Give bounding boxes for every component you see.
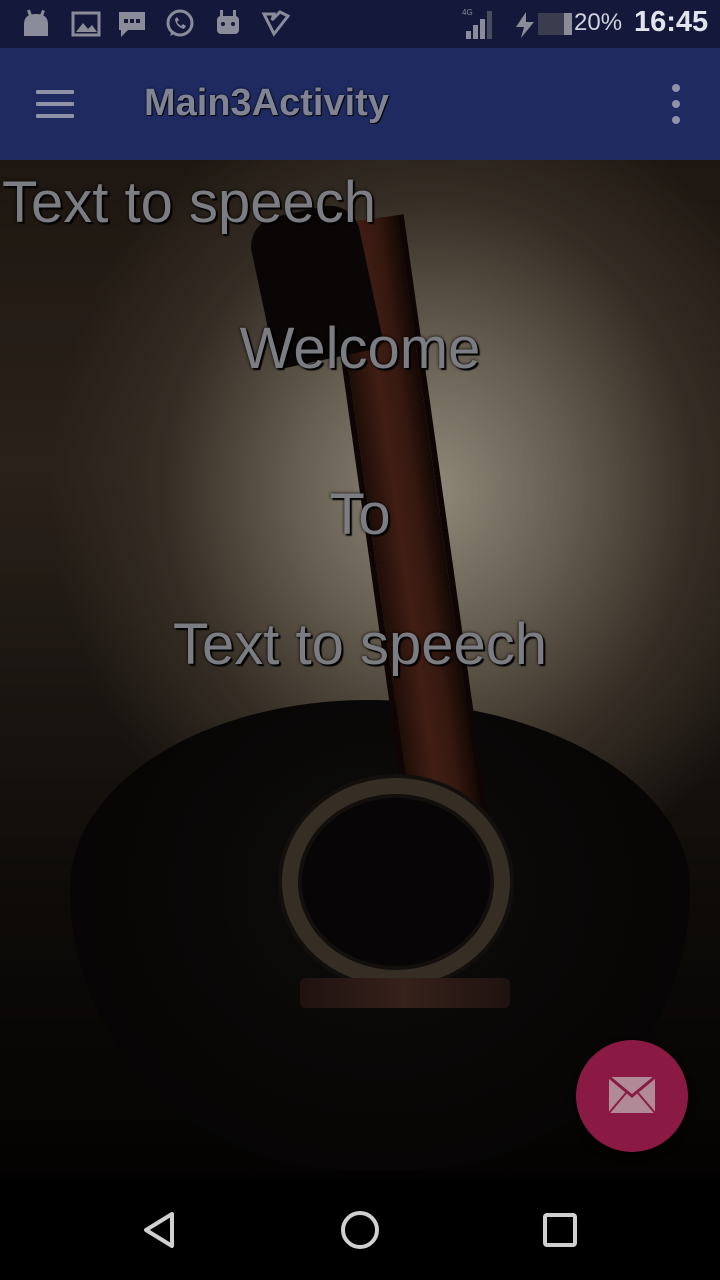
recents-square-icon[interactable] xyxy=(536,1206,584,1254)
app-name-text: Text to speech xyxy=(173,612,547,677)
android-robot-icon xyxy=(217,10,239,34)
mail-fab-button[interactable] xyxy=(576,1040,688,1152)
whatsapp-icon xyxy=(166,9,194,37)
toolbar-title: Main3Activity xyxy=(144,82,389,124)
android-notification-icon xyxy=(24,9,48,36)
navigation-bar xyxy=(0,1180,720,1280)
back-triangle-icon[interactable] xyxy=(136,1206,184,1254)
checkmark-icon xyxy=(261,10,291,37)
chat-icon xyxy=(119,12,145,37)
svg-text:4G: 4G xyxy=(462,8,473,17)
header-label: Text to speech xyxy=(2,170,376,235)
signal-area: 4G xyxy=(462,0,496,48)
battery-icon xyxy=(538,13,572,35)
main-content: Text to speech Welcome To Text to speech xyxy=(0,160,720,1180)
clock: 16:45 xyxy=(634,6,709,38)
signal-icon: 4G xyxy=(462,8,492,39)
more-vert-icon[interactable] xyxy=(656,76,696,132)
hamburger-menu-icon[interactable] xyxy=(20,80,92,128)
mail-icon xyxy=(608,1076,656,1114)
welcome-text: Welcome xyxy=(239,316,481,381)
image-icon xyxy=(71,11,101,37)
to-text: To xyxy=(329,482,391,547)
home-circle-icon[interactable] xyxy=(336,1206,384,1254)
battery-percent: 20% xyxy=(574,9,623,36)
charging-icon xyxy=(516,12,534,38)
status-bar: 4G 20% 16:45 xyxy=(0,0,720,48)
app-toolbar: Main3Activity xyxy=(0,48,720,160)
